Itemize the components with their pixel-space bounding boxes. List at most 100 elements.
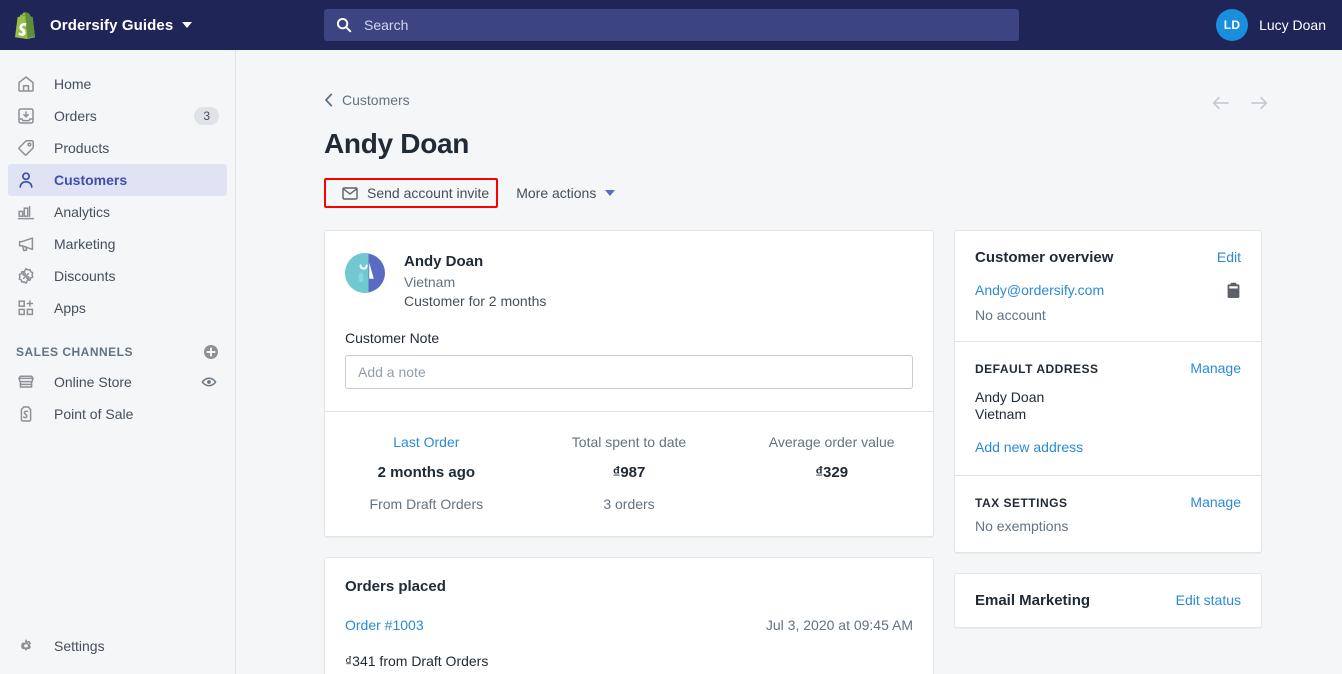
bar-chart-icon [16, 202, 36, 222]
brand-area[interactable]: Ordersify Guides [0, 11, 236, 39]
clipboard-icon[interactable] [1226, 282, 1241, 299]
more-actions-button[interactable]: More actions [516, 185, 616, 201]
stat-value: 2 months ago [377, 464, 476, 481]
send-account-invite-highlight: Send account invite [324, 178, 499, 208]
stat-sub: From Draft Orders [369, 496, 484, 512]
shopify-bag-icon [12, 11, 38, 39]
sidebar-settings-row: Settings [0, 630, 236, 662]
breadcrumb[interactable]: Customers [324, 92, 410, 108]
customer-header: Andy Doan Vietnam Customer for 2 months [325, 231, 933, 309]
apps-grid-plus-icon [16, 298, 36, 318]
overview-edit-link[interactable]: Edit [1217, 249, 1241, 265]
order-id-link[interactable]: Order #1003 [345, 617, 424, 633]
home-icon [16, 74, 36, 94]
sidebar-item-apps[interactable]: Apps [8, 292, 227, 324]
sidebar-item-discounts[interactable]: Discounts [8, 260, 227, 292]
megaphone-icon [16, 234, 36, 254]
order-date: Jul 3, 2020 at 09:45 AM [765, 617, 913, 633]
left-column: Andy Doan Vietnam Customer for 2 months … [324, 230, 934, 674]
arrow-left-icon[interactable] [1210, 92, 1232, 119]
more-actions-label: More actions [516, 185, 597, 201]
customer-overview-card: Customer overview Edit Andy@ordersify.co… [954, 230, 1262, 553]
sidebar-item-analytics[interactable]: Analytics [8, 196, 227, 228]
user-menu[interactable]: LD Lucy Doan [1216, 0, 1326, 50]
sidebar-item-customers[interactable]: Customers [8, 164, 227, 196]
customer-note-input[interactable]: Add a note [345, 355, 913, 389]
page-title: Andy Doan [324, 128, 470, 159]
email-marketing-edit-link[interactable]: Edit status [1176, 592, 1241, 608]
sidebar-item-label: Products [54, 140, 110, 156]
pagination [1210, 92, 1270, 119]
default-address-manage-link[interactable]: Manage [1190, 360, 1241, 376]
user-name: Lucy Doan [1259, 17, 1326, 33]
sidebar-item-settings[interactable]: Settings [8, 630, 228, 662]
sidebar-item-point-of-sale[interactable]: Point of Sale [8, 398, 227, 430]
gear-icon [16, 636, 36, 656]
stat-value: ₫987 [612, 464, 646, 481]
add-new-address-link[interactable]: Add new address [975, 439, 1083, 455]
sidebar-item-label: Marketing [54, 236, 116, 252]
sidebar-item-online-store[interactable]: Online Store [8, 366, 227, 398]
chevron-down-icon [605, 190, 616, 196]
person-icon [16, 170, 36, 190]
search-input[interactable]: Search [324, 9, 1019, 41]
customer-tenure: Customer for 2 months [404, 293, 547, 309]
tag-icon [16, 138, 36, 158]
content-columns: Andy Doan Vietnam Customer for 2 months … [324, 230, 1270, 674]
account-status: No account [975, 307, 1046, 323]
send-account-invite-button[interactable]: Send account invite [327, 181, 495, 205]
arrow-right-icon[interactable] [1248, 92, 1270, 119]
email-marketing-card: Email Marketing Edit status [954, 573, 1262, 628]
order-amount: ₫341 from Draft Orders [345, 653, 489, 669]
sidebar: Home Orders 3 Products Customers Analyti… [0, 50, 236, 674]
customer-avatar-illustration [345, 253, 385, 293]
order-row: Order #1003 Jul 3, 2020 at 09:45 AM [345, 617, 913, 633]
stat-label: Total spent to date [571, 434, 687, 450]
chevron-down-icon[interactable] [182, 22, 193, 28]
stat-total-spent: Total spent to date ₫987 3 orders [528, 434, 731, 512]
page-actions: Send account invite More actions [324, 178, 1270, 208]
eye-icon[interactable] [201, 374, 217, 390]
stat-label[interactable]: Last Order [325, 434, 528, 450]
sidebar-item-label: Discounts [54, 268, 116, 284]
pos-bag-icon [16, 404, 36, 424]
breadcrumb-label: Customers [342, 92, 410, 108]
sales-channels-header: SALES CHANNELS [8, 338, 227, 366]
tax-settings-title: TAX SETTINGS [975, 496, 1068, 510]
customer-note-label: Customer Note [345, 330, 440, 346]
customer-email-link[interactable]: Andy@ordersify.com [975, 282, 1104, 298]
stat-average-order-value: Average order value ₫329 [730, 434, 933, 512]
sidebar-item-label: Customers [54, 172, 128, 188]
sidebar-item-label: Analytics [54, 204, 111, 220]
sidebar-item-label: Home [54, 76, 92, 92]
sidebar-item-marketing[interactable]: Marketing [8, 228, 227, 260]
tax-settings-manage-link[interactable]: Manage [1190, 494, 1241, 510]
sidebar-item-products[interactable]: Products [8, 132, 227, 164]
sidebar-item-home[interactable]: Home [8, 68, 227, 100]
tax-exemption-status: No exemptions [975, 518, 1069, 534]
sidebar-item-orders[interactable]: Orders 3 [8, 100, 227, 132]
overview-section: Customer overview Edit Andy@ordersify.co… [955, 231, 1261, 341]
percent-badge-icon [16, 266, 36, 286]
brand-name: Ordersify Guides [50, 16, 174, 34]
stat-last-order: Last Order 2 months ago From Draft Order… [325, 434, 528, 512]
stat-value: ₫329 [815, 464, 849, 481]
customer-summary-card: Andy Doan Vietnam Customer for 2 months … [324, 230, 934, 537]
envelope-icon [342, 186, 358, 200]
search-placeholder: Search [364, 17, 409, 33]
customer-country: Vietnam [404, 274, 456, 290]
search-icon [336, 17, 352, 33]
default-address-section: DEFAULT ADDRESS Manage Andy Doan Vietnam… [955, 341, 1261, 475]
shopify-admin-page: Ordersify Guides Search LD Lucy Doan Hom… [0, 0, 1342, 674]
right-column: Customer overview Edit Andy@ordersify.co… [954, 230, 1262, 674]
tax-settings-section: TAX SETTINGS Manage No exemptions [955, 475, 1261, 552]
storefront-icon [16, 372, 36, 392]
customer-stats: Last Order 2 months ago From Draft Order… [325, 411, 933, 536]
stat-sub: 3 orders [603, 496, 655, 512]
address-line: Andy Doan [975, 389, 1045, 405]
sales-channels-title: SALES CHANNELS [16, 345, 134, 359]
orders-count-badge: 3 [194, 107, 219, 125]
plus-circle-icon[interactable] [203, 344, 219, 360]
default-address-title: DEFAULT ADDRESS [975, 362, 1099, 376]
top-bar: Ordersify Guides Search LD Lucy Doan [0, 0, 1342, 50]
